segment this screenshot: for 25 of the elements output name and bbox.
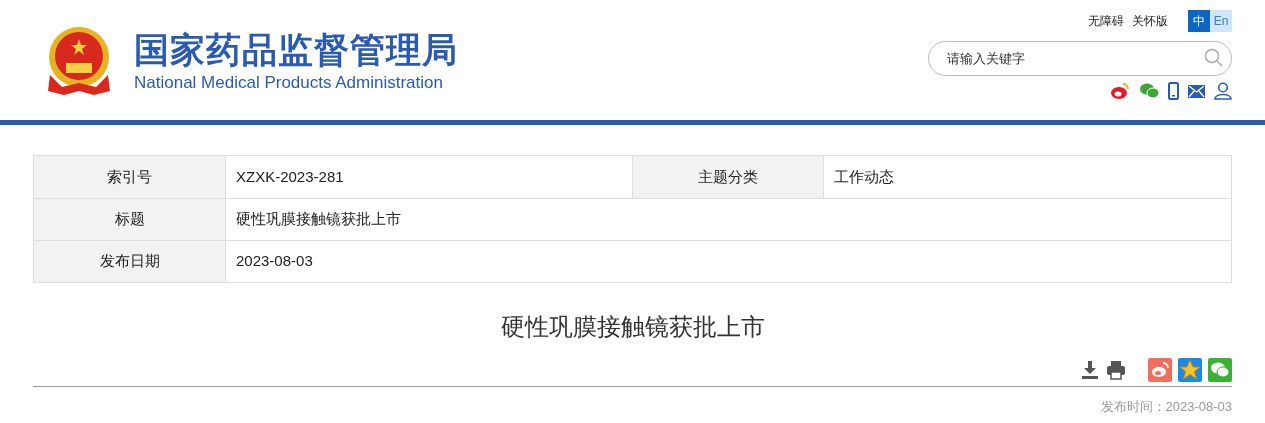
- mobile-icon[interactable]: [1168, 82, 1179, 100]
- site-title: 国家药品监督管理局: [134, 29, 458, 71]
- wechat-share-icon[interactable]: [1208, 358, 1232, 382]
- search-field[interactable]: 请输入关键字: [928, 41, 1232, 76]
- star-share-icon[interactable]: [1178, 358, 1202, 382]
- mail-icon[interactable]: [1188, 84, 1205, 98]
- header-link[interactable]: 无障碍: [1088, 12, 1124, 30]
- label-cell: 发布日期: [34, 241, 225, 282]
- download-icon[interactable]: [1080, 360, 1100, 380]
- label-cell: 标题: [34, 199, 225, 240]
- header-link[interactable]: 关怀版: [1132, 12, 1168, 30]
- value-cell: 硬性巩膜接触镜获批上市: [225, 199, 1231, 240]
- value-cell: 2023-08-03: [225, 241, 1231, 282]
- site-subtitle: National Medical Products Administration: [134, 72, 444, 94]
- weibo-share-icon[interactable]: [1148, 358, 1172, 382]
- value-cell: 工作动态: [823, 156, 1231, 198]
- publish-time: 发布时间：2023-08-03: [1100, 398, 1232, 416]
- printer-icon[interactable]: [1106, 360, 1126, 380]
- weibo-icon[interactable]: [1110, 82, 1130, 100]
- article-title: 硬性巩膜接触镜获批上市: [499, 312, 766, 342]
- language-tab[interactable]: 中: [1188, 10, 1210, 32]
- label-cell: 主题分类: [632, 156, 823, 198]
- wechat-icon[interactable]: [1139, 83, 1159, 99]
- label-cell: 索引号: [34, 156, 225, 198]
- user-icon[interactable]: [1214, 82, 1232, 100]
